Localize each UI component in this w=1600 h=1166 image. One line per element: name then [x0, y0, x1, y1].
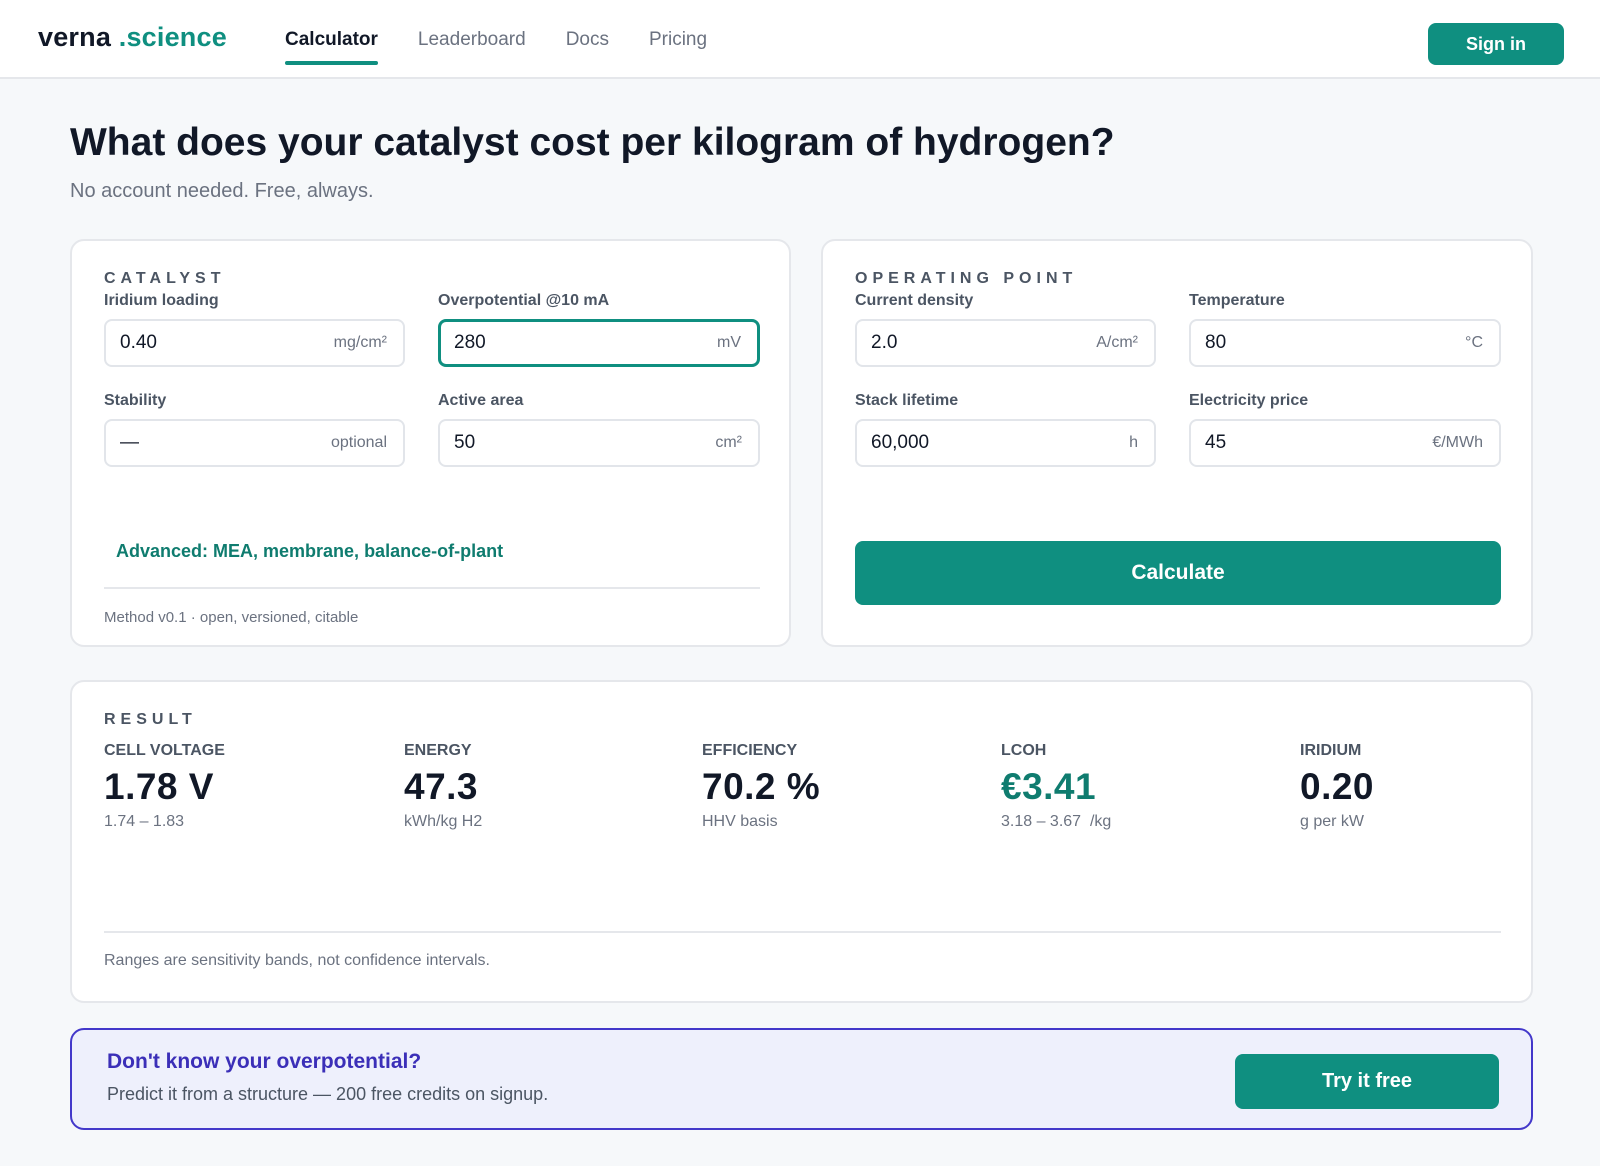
metric-energy: ENERGY 47.3 kWh/kg H2 — [404, 742, 684, 831]
operating-point-card: OPERATING POINT Current density A/cm² Te… — [821, 239, 1533, 647]
metric-iridium: IRIDIUM 0.20 g per kW — [1300, 742, 1580, 831]
iridium-loading-unit: mg/cm² — [333, 334, 387, 351]
iridium-loading-label: Iridium loading — [104, 292, 219, 309]
stack-lifetime-label: Stack lifetime — [855, 392, 959, 409]
result-section-title: RESULT — [104, 711, 197, 728]
promo-title: Don't know your overpotential? — [107, 1050, 422, 1073]
page-subtitle: No account needed. Free, always. — [70, 180, 374, 202]
current-density-input-box: A/cm² — [855, 319, 1156, 367]
active-area-input[interactable] — [454, 421, 661, 465]
top-nav-bar: verna .science Calculator Leaderboard Do… — [0, 0, 1600, 79]
active-area-field: Active area cm² — [438, 392, 760, 467]
metric-value: 70.2 % — [702, 766, 821, 807]
metric-label: CELL VOLTAGE — [104, 742, 225, 759]
promo-subtitle: Predict it from a structure — 200 free c… — [107, 1084, 549, 1104]
metric-sub: kWh/kg H2 — [404, 813, 483, 830]
nav-tab-leaderboard[interactable]: Leaderboard — [418, 0, 526, 79]
temperature-label: Temperature — [1189, 292, 1285, 309]
electricity-price-label: Electricity price — [1189, 392, 1309, 409]
operating-section-title: OPERATING POINT — [855, 270, 1078, 287]
metric-label: IRIDIUM — [1300, 742, 1362, 759]
metric-sub: 3.18 – 3.67 /kg — [1001, 813, 1112, 830]
main-nav: Calculator Leaderboard Docs Pricing — [285, 0, 747, 79]
result-card: RESULT CELL VOLTAGE 1.78 V 1.74 – 1.83 E… — [70, 680, 1533, 1003]
metric-label: EFFICIENCY — [702, 742, 798, 759]
metric-lcoh: LCOH €3.41 3.18 – 3.67 /kg — [1001, 742, 1281, 831]
stack-lifetime-unit: h — [1129, 434, 1138, 451]
result-note: Ranges are sensitivity bands, not confid… — [104, 952, 490, 969]
current-density-input[interactable] — [871, 321, 1065, 365]
advanced-options-link[interactable]: Advanced: MEA, membrane, balance-of-plan… — [116, 541, 503, 562]
metric-value: 0.20 — [1300, 766, 1375, 807]
stability-field: Stability optional — [104, 392, 405, 467]
temperature-unit: °C — [1465, 334, 1483, 351]
catalyst-card: CATALYST Iridium loading mg/cm² Overpote… — [70, 239, 791, 647]
iridium-loading-input[interactable] — [120, 321, 314, 365]
stack-lifetime-input-box: h — [855, 419, 1156, 467]
current-density-label: Current density — [855, 292, 974, 309]
active-area-unit: cm² — [715, 434, 742, 451]
stability-input[interactable] — [120, 421, 314, 465]
logo-accent-text: .science — [118, 22, 227, 52]
electricity-price-input[interactable] — [1205, 421, 1406, 465]
metric-sub: 1.74 – 1.83 — [104, 813, 185, 830]
active-area-label: Active area — [438, 392, 524, 409]
catalyst-divider — [104, 587, 760, 589]
try-it-free-button[interactable]: Try it free — [1235, 1054, 1499, 1109]
stability-input-box: optional — [104, 419, 405, 467]
current-density-unit: A/cm² — [1096, 334, 1138, 351]
nav-tab-calculator[interactable]: Calculator — [285, 0, 378, 79]
overpotential-unit: mV — [717, 334, 741, 351]
metric-sub: g per kW — [1300, 813, 1365, 830]
electricity-price-field: Electricity price €/MWh — [1189, 392, 1501, 467]
metric-efficiency: EFFICIENCY 70.2 % HHV basis — [702, 742, 982, 831]
temperature-input-box: °C — [1189, 319, 1501, 367]
metric-value: €3.41 — [1001, 766, 1097, 807]
logo[interactable]: verna .science — [38, 22, 227, 53]
promo-banner: Don't know your overpotential? Predict i… — [70, 1028, 1533, 1130]
nav-tab-docs[interactable]: Docs — [566, 0, 609, 79]
iridium-loading-input-box: mg/cm² — [104, 319, 405, 367]
metric-cell-voltage: CELL VOLTAGE 1.78 V 1.74 – 1.83 — [104, 742, 384, 831]
catalyst-section-title: CATALYST — [104, 270, 226, 287]
electricity-price-unit: €/MWh — [1432, 434, 1483, 451]
stack-lifetime-input[interactable] — [871, 421, 1065, 465]
stability-unit: optional — [330, 434, 387, 451]
overpotential-field: Overpotential @10 mA mV — [438, 292, 760, 367]
overpotential-input[interactable] — [454, 322, 660, 364]
result-divider — [104, 931, 1501, 933]
electricity-price-input-box: €/MWh — [1189, 419, 1501, 467]
overpotential-input-box: mV — [438, 319, 760, 367]
metric-value: 1.78 V — [104, 766, 214, 807]
metric-label: LCOH — [1001, 742, 1047, 759]
overpotential-label: Overpotential @10 mA — [438, 292, 610, 309]
sign-in-button[interactable]: Sign in — [1428, 23, 1564, 65]
calculate-button[interactable]: Calculate — [855, 541, 1501, 605]
temperature-input[interactable] — [1205, 321, 1406, 365]
stability-label: Stability — [104, 392, 167, 409]
active-area-input-box: cm² — [438, 419, 760, 467]
stack-lifetime-field: Stack lifetime h — [855, 392, 1156, 467]
page-title: What does your catalyst cost per kilogra… — [70, 121, 1115, 164]
nav-tab-pricing[interactable]: Pricing — [649, 0, 707, 79]
temperature-field: Temperature °C — [1189, 292, 1501, 367]
metric-value: 47.3 — [404, 766, 479, 807]
metric-sub: HHV basis — [702, 813, 778, 830]
metric-label: ENERGY — [404, 742, 472, 759]
logo-main-text: verna — [38, 22, 119, 52]
iridium-loading-field: Iridium loading mg/cm² — [104, 292, 405, 367]
current-density-field: Current density A/cm² — [855, 292, 1156, 367]
method-note: Method v0.1 · open, versioned, citable — [104, 609, 359, 626]
